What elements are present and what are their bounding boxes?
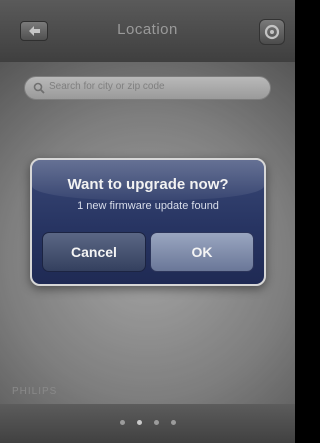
upgrade-alert-dialog: Want to upgrade now? 1 new firmware upda… bbox=[30, 158, 266, 286]
alert-message: 1 new firmware update found bbox=[77, 200, 219, 212]
page-title: Location bbox=[117, 21, 178, 38]
app-screen: Location Search for city or zip code Wan… bbox=[0, 0, 295, 443]
page-indicator[interactable] bbox=[0, 420, 295, 425]
search-icon bbox=[33, 82, 45, 94]
search-input[interactable]: Search for city or zip code bbox=[24, 76, 271, 100]
settings-button[interactable] bbox=[259, 19, 285, 45]
cancel-button[interactable]: Cancel bbox=[42, 232, 146, 272]
bottom-bar bbox=[0, 404, 295, 443]
alert-title: Want to upgrade now? bbox=[67, 176, 229, 193]
gear-icon bbox=[264, 24, 280, 40]
page-dot bbox=[153, 420, 159, 425]
ok-button[interactable]: OK bbox=[150, 232, 254, 272]
page-dot bbox=[170, 420, 176, 425]
top-bar: Location bbox=[0, 0, 295, 62]
page-dot bbox=[119, 420, 125, 425]
search-placeholder: Search for city or zip code bbox=[49, 81, 165, 92]
page-dot-active bbox=[136, 420, 142, 425]
brand-logo: PHILIPS bbox=[12, 386, 58, 397]
